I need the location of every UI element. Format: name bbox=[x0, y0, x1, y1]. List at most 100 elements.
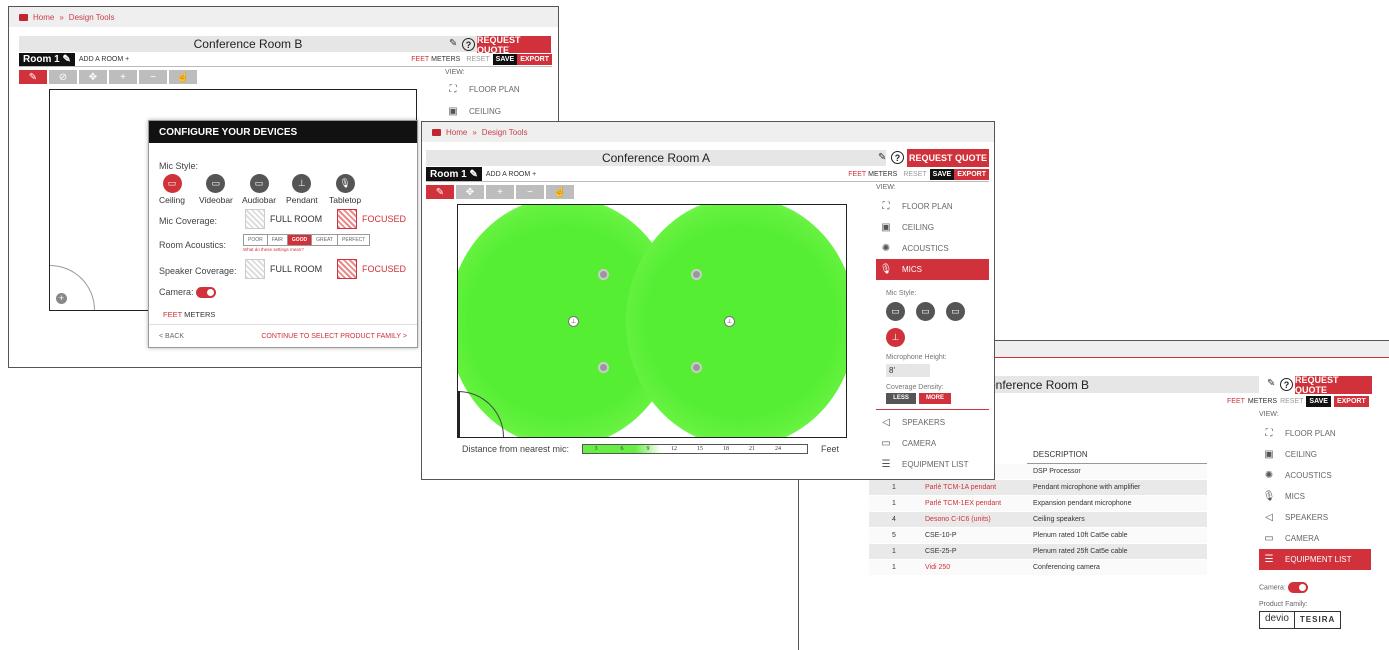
mic-style-ceiling[interactable]: ▭ Ceiling bbox=[159, 174, 185, 205]
zoom-in-icon[interactable]: + bbox=[109, 70, 137, 84]
view-speakers[interactable]: ◁ SPEAKERS bbox=[1259, 507, 1371, 528]
view-camera[interactable]: ▭ CAMERA bbox=[1259, 528, 1371, 549]
ceiling-mic-icon[interactable]: ▭ bbox=[886, 302, 905, 321]
breadcrumb-home[interactable]: Home bbox=[446, 128, 467, 137]
view-ceiling[interactable]: ▣ CEILING bbox=[1259, 444, 1371, 465]
unit-meters[interactable]: METERS bbox=[868, 171, 897, 178]
mic-height-input[interactable]: 8' bbox=[886, 364, 930, 377]
audiobar-icon[interactable]: ▭ bbox=[946, 302, 965, 321]
unit-feet[interactable]: FEET bbox=[1227, 398, 1245, 405]
reset-button[interactable]: RESET bbox=[903, 171, 926, 178]
breadcrumb-design-tools[interactable]: Design Tools bbox=[482, 128, 528, 137]
help-icon[interactable]: ? bbox=[891, 151, 904, 164]
unit-meters[interactable]: METERS bbox=[431, 56, 460, 63]
mic-style-audiobar[interactable]: ▭ Audiobar bbox=[242, 174, 276, 205]
view-acoustics[interactable]: ✺ ACOUSTICS bbox=[876, 238, 989, 259]
acoustics-fair[interactable]: FAIR bbox=[268, 235, 288, 245]
back-button[interactable]: < BACK bbox=[159, 333, 184, 340]
mic-style-videobar[interactable]: ▭ Videobar bbox=[199, 174, 233, 205]
videobar-icon[interactable]: ▭ bbox=[916, 302, 935, 321]
view-ceiling[interactable]: ▣ CEILING bbox=[447, 101, 547, 122]
help-icon[interactable]: ? bbox=[1280, 378, 1293, 391]
tab-room-1[interactable]: Room 1 ✎ bbox=[426, 167, 482, 181]
speaker-coverage-focused[interactable]: FOCUSED bbox=[337, 259, 406, 279]
product-link[interactable]: Vidi 250 bbox=[919, 559, 1027, 576]
request-quote-button[interactable]: REQUEST QUOTE bbox=[1295, 375, 1372, 395]
product-link[interactable]: Parlé TCM-1A pendant bbox=[919, 479, 1027, 496]
add-circle-icon[interactable]: + bbox=[56, 293, 67, 304]
reset-button[interactable]: RESET bbox=[466, 56, 489, 63]
save-button[interactable]: SAVE bbox=[492, 54, 518, 65]
mic-coverage-focused[interactable]: FOCUSED bbox=[337, 209, 406, 229]
pointer-tool-icon[interactable]: ☝ bbox=[169, 70, 197, 84]
request-quote-button[interactable]: REQUEST QUOTE bbox=[477, 35, 551, 55]
reset-button[interactable]: RESET bbox=[1280, 398, 1303, 405]
camera-toggle[interactable] bbox=[196, 287, 217, 299]
devio-logo[interactable]: devio bbox=[1260, 612, 1295, 628]
view-camera[interactable]: ▭ CAMERA bbox=[876, 433, 989, 454]
acoustics-help-link[interactable]: What do these settings mean? bbox=[243, 247, 304, 252]
acoustics-great[interactable]: GREAT bbox=[312, 235, 338, 245]
view-floor-plan[interactable]: ⛶ FLOOR PLAN bbox=[876, 196, 989, 217]
density-more-button[interactable]: MORE bbox=[919, 393, 951, 404]
unit-meters[interactable]: METERS bbox=[1248, 398, 1277, 405]
breadcrumb-design-tools[interactable]: Design Tools bbox=[69, 13, 115, 22]
view-mics[interactable]: 🎙 MICS bbox=[876, 259, 989, 280]
ceiling-mic-icon[interactable] bbox=[598, 269, 609, 280]
pendant-mic-icon[interactable]: ⊥ bbox=[724, 316, 735, 327]
view-equipment-list[interactable]: ☰ EQUIPMENT LIST bbox=[1259, 549, 1371, 570]
view-mics[interactable]: 🎙 MICS bbox=[1259, 486, 1371, 507]
tab-room-1[interactable]: Room 1 ✎ bbox=[19, 53, 75, 66]
view-equipment-list[interactable]: ☰ EQUIPMENT LIST bbox=[876, 454, 989, 475]
ceiling-mic-icon[interactable] bbox=[691, 269, 702, 280]
unit-meters[interactable]: METERS bbox=[184, 310, 215, 319]
mic-style-pendant[interactable]: ⊥ Pendant bbox=[286, 174, 318, 205]
move-tool-icon[interactable]: ✥ bbox=[79, 70, 107, 84]
draw-tool-icon[interactable]: ✎ bbox=[426, 185, 454, 199]
export-button[interactable]: EXPORT bbox=[517, 54, 552, 65]
save-button[interactable]: SAVE bbox=[929, 168, 955, 180]
unit-feet[interactable]: FEET bbox=[411, 56, 429, 63]
unit-feet[interactable]: FEET bbox=[163, 310, 182, 319]
continue-button[interactable]: CONTINUE TO SELECT PRODUCT FAMILY > bbox=[261, 333, 407, 340]
move-tool-icon[interactable]: ✥ bbox=[456, 185, 484, 199]
edit-title-icon[interactable]: ✎ bbox=[449, 38, 457, 49]
acoustics-good[interactable]: GOOD bbox=[287, 235, 313, 245]
pointer-tool-icon[interactable]: ☝ bbox=[546, 185, 574, 199]
export-button[interactable]: EXPORT bbox=[1333, 396, 1369, 407]
product-link[interactable]: Desono C-IC6 (units) bbox=[919, 511, 1027, 528]
edit-title-icon[interactable]: ✎ bbox=[1267, 378, 1275, 389]
zoom-out-icon[interactable]: − bbox=[139, 70, 167, 84]
ceiling-mic-icon[interactable] bbox=[691, 362, 702, 373]
mic-style-tabletop[interactable]: 🎙 Tabletop bbox=[329, 174, 361, 205]
erase-tool-icon[interactable]: ⊘ bbox=[49, 70, 77, 84]
help-icon[interactable]: ? bbox=[462, 38, 475, 51]
view-acoustics[interactable]: ✺ ACOUSTICS bbox=[1259, 465, 1371, 486]
unit-feet[interactable]: FEET bbox=[848, 171, 866, 178]
mic-coverage-full-room[interactable]: FULL ROOM bbox=[245, 209, 322, 229]
zoom-in-icon[interactable]: + bbox=[486, 185, 514, 199]
export-button[interactable]: EXPORT bbox=[954, 168, 989, 180]
camera-toggle[interactable] bbox=[1287, 582, 1308, 593]
pendant-mic-icon[interactable]: ⊥ bbox=[568, 316, 579, 327]
zoom-out-icon[interactable]: − bbox=[516, 185, 544, 199]
breadcrumb-home[interactable]: Home bbox=[33, 13, 54, 22]
draw-tool-icon[interactable]: ✎ bbox=[19, 70, 47, 84]
edit-title-icon[interactable]: ✎ bbox=[878, 152, 886, 163]
request-quote-button[interactable]: REQUEST QUOTE bbox=[907, 149, 989, 167]
view-speakers[interactable]: ◁ SPEAKERS bbox=[876, 412, 989, 433]
pendant-mic-icon[interactable]: ⊥ bbox=[886, 328, 905, 347]
ceiling-mic-icon[interactable] bbox=[598, 362, 609, 373]
density-less-button[interactable]: LESS bbox=[886, 393, 916, 404]
view-ceiling[interactable]: ▣ CEILING bbox=[876, 217, 989, 238]
floor-plan-canvas[interactable]: ⊥ ⊥ bbox=[457, 204, 847, 438]
product-link[interactable]: Parlé TCM-1EX pendant bbox=[919, 495, 1027, 512]
save-button[interactable]: SAVE bbox=[1306, 396, 1331, 407]
acoustics-poor[interactable]: POOR bbox=[244, 235, 268, 245]
view-floor-plan[interactable]: ⛶ FLOOR PLAN bbox=[447, 79, 547, 100]
acoustics-perfect[interactable]: PERFECT bbox=[338, 235, 369, 245]
add-room-link[interactable]: ADD A ROOM + bbox=[486, 171, 536, 178]
speaker-coverage-full-room[interactable]: FULL ROOM bbox=[245, 259, 322, 279]
tesira-logo[interactable]: TESIRA bbox=[1295, 612, 1340, 628]
add-room-link[interactable]: ADD A ROOM + bbox=[79, 56, 129, 63]
